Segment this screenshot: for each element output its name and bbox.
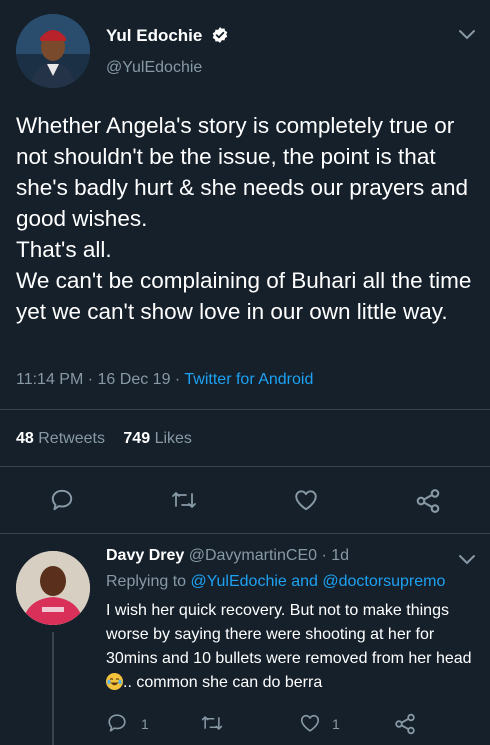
thread-line [52, 632, 54, 745]
tweet-time: 11:14 PM [16, 371, 84, 388]
retweet-icon[interactable] [170, 487, 198, 518]
heart-icon[interactable] [298, 712, 322, 739]
author-handle[interactable]: @YulEdochie [106, 59, 202, 77]
verified-badge-icon [211, 26, 229, 49]
replying-to: Replying to @YulEdochie and @doctorsupre… [106, 573, 445, 591]
tweet-text: Whether Angela's story is completely tru… [16, 113, 472, 324]
replying-prefix: Replying to [106, 573, 187, 590]
chevron-down-icon[interactable] [458, 28, 476, 46]
author-avatar[interactable] [16, 14, 90, 88]
tweet-source-link[interactable]: Twitter for Android [184, 371, 313, 388]
heart-icon[interactable] [292, 487, 320, 518]
divider [0, 533, 490, 534]
reply-author-avatar[interactable] [16, 551, 90, 625]
share-icon[interactable] [414, 487, 442, 520]
replying-to-users[interactable]: @YulEdochie and @doctorsupremo [191, 573, 446, 590]
likes-label: Likes [154, 430, 192, 447]
laughing-tears-emoji [106, 673, 123, 690]
tweet-stats: 48 Retweets 749 Likes [16, 430, 192, 448]
divider [0, 409, 490, 410]
reply-header: Davy Drey @DavymartinCE0 · 1d [106, 547, 350, 564]
author-name[interactable]: Yul Edochie [106, 26, 202, 45]
reply-icon[interactable] [49, 487, 75, 518]
retweet-icon[interactable] [200, 712, 224, 739]
divider [0, 466, 490, 467]
reply-text-part: I wish her quick recovery. But not to ma… [106, 602, 472, 667]
reply-author-name[interactable]: Davy Drey [106, 547, 184, 564]
share-icon[interactable] [393, 712, 417, 741]
retweets-stat[interactable]: 48 Retweets [16, 430, 105, 447]
like-count: 1 [332, 716, 340, 732]
reply-text: I wish her quick recovery. But not to ma… [106, 599, 478, 695]
tweet-date: 16 Dec 19 [97, 371, 171, 388]
retweets-label: Retweets [38, 430, 105, 447]
chevron-down-icon[interactable] [458, 553, 476, 571]
reply-count: 1 [141, 716, 149, 732]
reply-age: 1d [331, 547, 350, 564]
tweet-meta: 11:14 PM · 16 Dec 19 · Twitter for Andro… [16, 371, 314, 388]
reply-icon[interactable] [106, 712, 128, 739]
likes-stat[interactable]: 749 Likes [123, 430, 192, 447]
reply-author-handle[interactable]: @DavymartinCE0 [189, 547, 317, 564]
likes-count: 749 [123, 430, 151, 447]
reply-text-part: .. common she can do berra [123, 674, 323, 691]
retweets-count: 48 [16, 430, 34, 447]
